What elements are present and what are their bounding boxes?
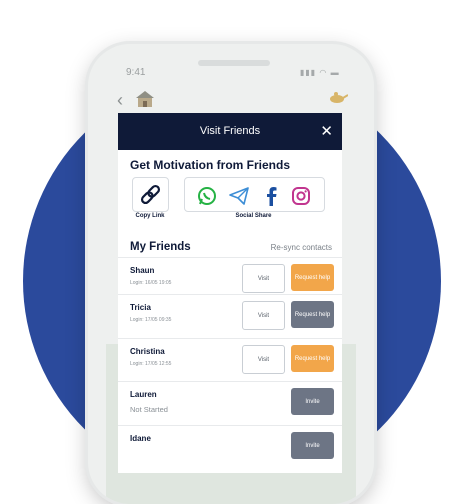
invite-button[interactable]: Invite bbox=[291, 432, 334, 459]
link-icon bbox=[140, 184, 161, 205]
signal-battery-icon: ▮▮▮ ◠ ▬ bbox=[300, 68, 340, 77]
phone-notch bbox=[198, 60, 270, 66]
request-help-button[interactable]: Request help bbox=[291, 264, 334, 291]
copy-link-label: Copy Link bbox=[135, 213, 165, 219]
request-help-button[interactable]: Request help bbox=[291, 301, 334, 328]
whatsapp-icon[interactable] bbox=[197, 186, 217, 206]
friend-name: Tricia bbox=[130, 303, 151, 312]
my-friends-heading: My Friends bbox=[130, 241, 191, 253]
back-chevron-icon[interactable]: ‹ bbox=[117, 90, 123, 111]
friend-row: Lauren Not Started Invite bbox=[118, 381, 342, 425]
house-icon bbox=[136, 91, 154, 107]
invite-button[interactable]: Invite bbox=[291, 388, 334, 415]
resync-contacts-link[interactable]: Re-sync contacts bbox=[271, 243, 332, 252]
friend-name: Christina bbox=[130, 347, 165, 356]
friend-row: Idane Invite bbox=[118, 425, 342, 469]
instagram-icon[interactable] bbox=[291, 186, 311, 206]
visit-button[interactable]: Visit bbox=[242, 301, 285, 330]
friend-name: Idane bbox=[130, 434, 151, 443]
friend-login-time: Login: 17/05 09:35 bbox=[130, 317, 172, 323]
telegram-icon[interactable] bbox=[229, 186, 249, 206]
status-time: 9:41 bbox=[126, 67, 146, 78]
close-icon[interactable]: ✕ bbox=[320, 122, 333, 140]
facebook-icon[interactable] bbox=[261, 186, 281, 206]
friend-row: Christina Login: 17/05 12:55 Visit Reque… bbox=[118, 338, 342, 382]
social-share-label: Social Share bbox=[235, 213, 272, 219]
request-help-button[interactable]: Request help bbox=[291, 345, 334, 372]
friend-status: Not Started bbox=[130, 405, 168, 414]
social-share-box bbox=[184, 177, 325, 212]
copy-link-button[interactable] bbox=[132, 177, 169, 212]
friend-login-time: Login: 17/05 12:55 bbox=[130, 361, 172, 367]
friend-row: Tricia Login: 17/05 09:35 Visit Request … bbox=[118, 294, 342, 338]
friend-name: Lauren bbox=[130, 390, 157, 399]
visit-friends-modal: Visit Friends ✕ Get Motivation from Frie… bbox=[118, 113, 342, 473]
modal-title: Visit Friends bbox=[199, 125, 261, 137]
friend-name: Shaun bbox=[130, 266, 155, 275]
friend-login-time: Login: 16/05 19:05 bbox=[130, 280, 172, 286]
motivation-heading: Get Motivation from Friends bbox=[130, 158, 291, 172]
visit-button[interactable]: Visit bbox=[242, 264, 285, 293]
genie-lamp-icon[interactable] bbox=[328, 90, 348, 104]
visit-button[interactable]: Visit bbox=[242, 345, 285, 374]
modal-header: Visit Friends ✕ bbox=[118, 113, 342, 150]
